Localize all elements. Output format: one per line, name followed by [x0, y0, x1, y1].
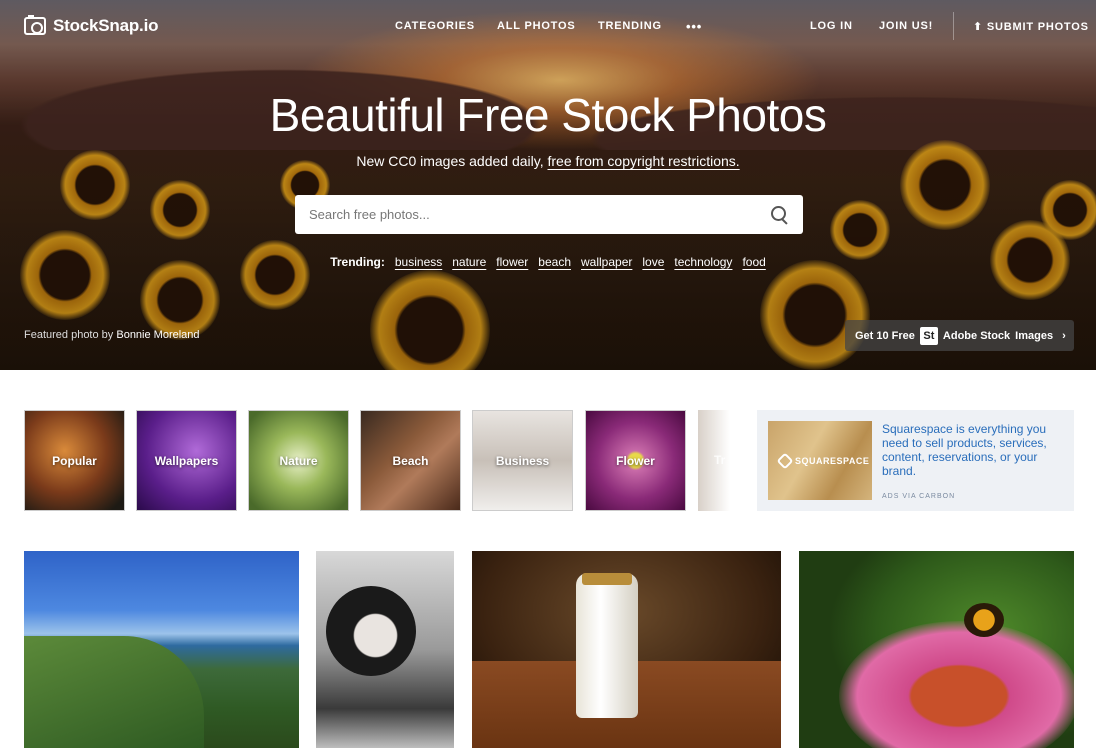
nav-join[interactable]: JOIN US!	[879, 20, 933, 32]
trending-tag-flower[interactable]: flower	[496, 255, 528, 269]
category-beach[interactable]: Beach	[360, 410, 461, 511]
nav-trending[interactable]: TRENDING	[598, 20, 662, 32]
trending-tag-love[interactable]: love	[642, 255, 664, 269]
carbon-ad[interactable]: SQUARESPACE Squarespace is everything yo…	[757, 410, 1074, 511]
chevron-right-icon: ›	[1062, 329, 1066, 342]
photo-coast[interactable]	[24, 551, 299, 748]
nav-submit-photos[interactable]: ⬆ SUBMIT PHOTOS	[973, 20, 1089, 33]
upload-icon: ⬆	[973, 21, 987, 33]
hero-subtitle: New CC0 images added daily, free from co…	[356, 153, 740, 169]
category-nature[interactable]: Nature	[248, 410, 349, 511]
photo-portrait[interactable]	[316, 551, 454, 748]
photo-figure	[326, 586, 416, 676]
ad-text[interactable]: Squarespace is everything you need to se…	[882, 422, 1062, 478]
trending-label: Trending:	[330, 255, 385, 269]
photo-milk-bottle[interactable]	[472, 551, 781, 748]
trending-tag-technology[interactable]: technology	[674, 255, 732, 269]
nav-all-photos[interactable]: ALL PHOTOS	[497, 20, 576, 32]
trending-tag-beach[interactable]: beach	[538, 255, 571, 269]
photo-bottle	[576, 573, 638, 718]
adobe-stock-icon: St	[919, 326, 938, 345]
hero-banner: StockSnap.io CATEGORIES ALL PHOTOS TREND…	[0, 0, 1096, 370]
adobe-stock-button[interactable]: Get 10 Free St Adobe Stock Images ›	[845, 320, 1074, 351]
search-input[interactable]	[309, 207, 771, 222]
camera-icon	[24, 15, 46, 35]
photo-bottle-cap	[582, 573, 632, 585]
category-flower[interactable]: Flower	[585, 410, 686, 511]
ad-image[interactable]: SQUARESPACE	[768, 421, 872, 500]
nav-login[interactable]: LOG IN	[810, 20, 853, 32]
trending-tag-wallpaper[interactable]: wallpaper	[581, 255, 632, 269]
photo-bee-flower[interactable]	[799, 551, 1074, 748]
category-business[interactable]: Business	[472, 410, 573, 511]
trending-tag-food[interactable]: food	[742, 255, 765, 269]
hero-overlay	[0, 0, 1096, 370]
category-partial[interactable]: Tr	[698, 410, 730, 511]
photo-flower	[839, 621, 1074, 748]
brand-name: StockSnap.io	[53, 16, 159, 35]
ads-via-carbon[interactable]: ADS VIA CARBON	[882, 493, 955, 500]
featured-author-link[interactable]: Bonnie Moreland	[116, 329, 199, 341]
trending-tag-nature[interactable]: nature	[452, 255, 486, 269]
hero-title: Beautiful Free Stock Photos	[269, 89, 827, 141]
trending-tags: Trending: business nature flower beach w…	[0, 255, 1096, 269]
photo-bee	[964, 603, 1004, 637]
squarespace-icon	[776, 452, 794, 470]
search-box	[295, 195, 803, 234]
nav-more-icon[interactable]: •••	[686, 19, 702, 34]
copyright-link[interactable]: free from copyright restrictions.	[548, 153, 740, 169]
featured-credit: Featured photo by Bonnie Moreland	[24, 329, 200, 341]
photo-hill	[24, 636, 204, 748]
trending-tag-business[interactable]: business	[395, 255, 442, 269]
nav-divider	[953, 12, 954, 40]
category-wallpapers[interactable]: Wallpapers	[136, 410, 237, 511]
search-icon[interactable]	[771, 205, 789, 224]
category-popular[interactable]: Popular	[24, 410, 125, 511]
squarespace-logo: SQUARESPACE	[776, 452, 869, 470]
site-logo[interactable]: StockSnap.io	[24, 15, 159, 36]
nav-categories[interactable]: CATEGORIES	[395, 20, 475, 32]
